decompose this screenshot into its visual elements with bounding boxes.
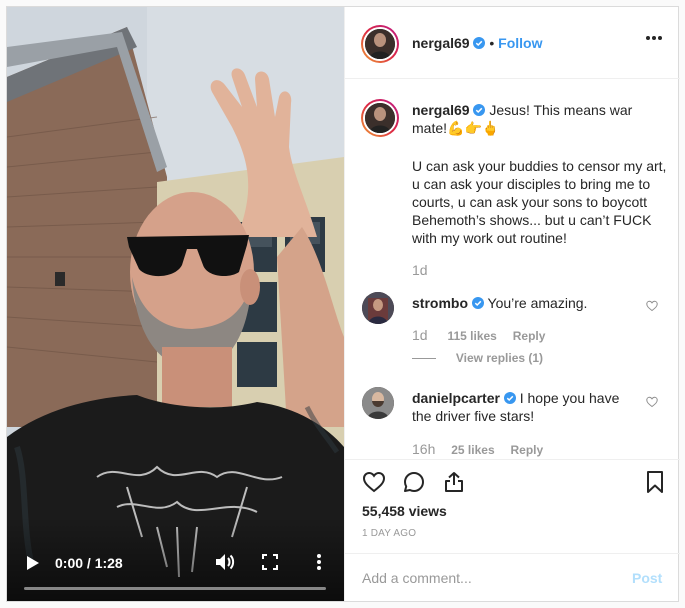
post-actions: 55,458 views 1 DAY AGO (345, 459, 680, 553)
view-count[interactable]: 55,458 views (362, 503, 447, 519)
comment-likes[interactable]: 25 likes (451, 443, 494, 457)
caption-body: U can ask your buddies to censor my art,… (412, 158, 667, 246)
caption-avatar (365, 103, 395, 133)
comment-icon[interactable] (402, 470, 426, 494)
video-controls: 0:00 / 1:28 (7, 537, 344, 601)
separator-dot: • (489, 35, 495, 51)
author-line: nergal69 • Follow (412, 35, 543, 51)
comment-input[interactable] (362, 568, 612, 588)
comment-item: danielpcarter I hope you have the driver… (412, 389, 642, 425)
comment-item: strombo You’re amazing. (412, 294, 642, 312)
post-comment-button[interactable]: Post (632, 570, 662, 586)
comment-age[interactable]: 1d (412, 327, 428, 343)
comment-meta: 16h 25 likes Reply (412, 441, 543, 457)
add-comment-bar: Post (345, 553, 680, 601)
view-replies-row[interactable]: View replies (1) (412, 349, 543, 365)
commenter-avatar[interactable] (362, 292, 394, 324)
comment-username[interactable]: strombo (412, 295, 468, 311)
post-header: nergal69 • Follow (345, 7, 680, 79)
bookmark-icon[interactable] (643, 470, 667, 494)
caption-username[interactable]: nergal69 (412, 102, 470, 118)
comment-username[interactable]: danielpcarter (412, 390, 500, 406)
post-side-panel: nergal69 • Follow nergal69 Jesus! This m… (344, 7, 680, 601)
post-caption: nergal69 Jesus! This means war mate!💪👉🖕 … (412, 101, 667, 279)
verified-badge-icon (473, 104, 486, 116)
video-progress-bar[interactable] (24, 587, 326, 590)
verified-badge-icon (473, 37, 486, 49)
author-username[interactable]: nergal69 (412, 35, 470, 51)
verified-badge-icon (503, 392, 516, 404)
post-date[interactable]: 1 DAY AGO (362, 528, 416, 539)
more-horizontal-icon[interactable] (645, 35, 663, 41)
commenter-avatar[interactable] (362, 387, 394, 419)
view-replies-button[interactable]: View replies (1) (456, 351, 543, 365)
verified-badge-icon (471, 297, 484, 309)
reply-button[interactable]: Reply (513, 329, 546, 343)
reply-button[interactable]: Reply (511, 443, 544, 457)
follow-button[interactable]: Follow (498, 35, 542, 51)
author-avatar-ring[interactable] (361, 25, 399, 63)
caption-avatar-ring[interactable] (361, 99, 399, 137)
post-video[interactable]: 0:00 / 1:28 (7, 7, 344, 601)
caption-age[interactable]: 1d (412, 261, 667, 279)
comments-list: nergal69 Jesus! This means war mate!💪👉🖕 … (345, 79, 680, 459)
comment-meta: 1d 115 likes Reply (412, 327, 545, 343)
video-timecode: 0:00 / 1:28 (55, 555, 123, 571)
video-frame (7, 7, 344, 601)
comment-like-heart-icon[interactable] (646, 300, 658, 312)
comment-text: You’re amazing. (487, 295, 588, 311)
share-icon[interactable] (442, 470, 466, 494)
replies-divider (412, 357, 436, 359)
volume-icon[interactable] (215, 553, 235, 571)
comment-like-heart-icon[interactable] (646, 396, 658, 408)
more-vertical-icon[interactable] (316, 553, 322, 571)
comment-likes[interactable]: 115 likes (447, 329, 496, 343)
instagram-post: 0:00 / 1:28 nergal69 • Follow nergal69 J… (6, 6, 680, 602)
author-avatar (365, 29, 395, 59)
comment-age[interactable]: 16h (412, 441, 435, 457)
play-icon[interactable] (26, 555, 40, 571)
heart-icon[interactable] (362, 470, 386, 494)
fullscreen-icon[interactable] (262, 554, 278, 570)
